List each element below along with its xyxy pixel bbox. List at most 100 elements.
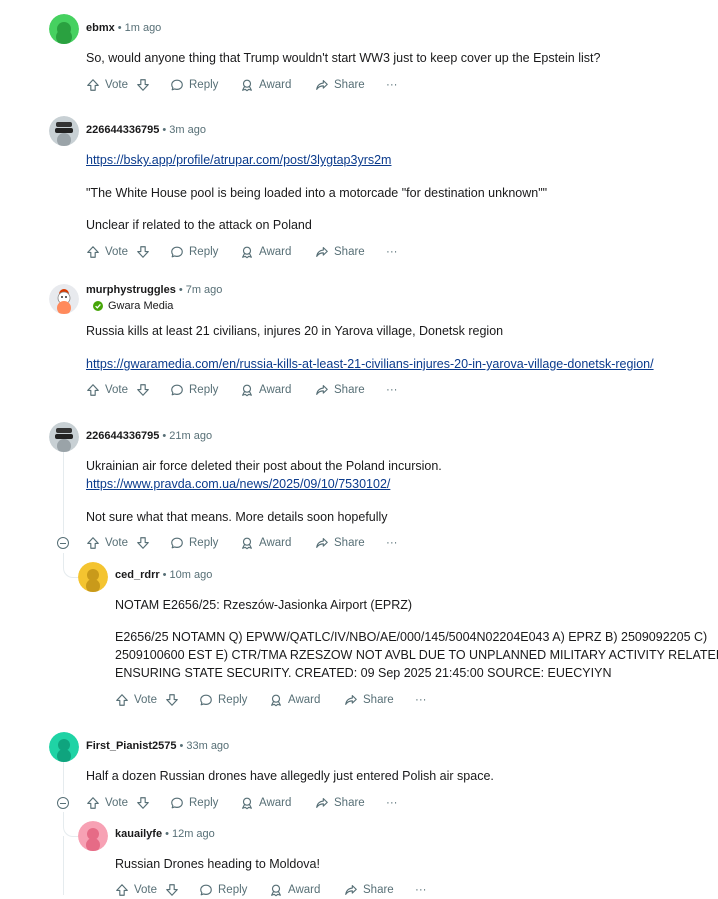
username[interactable]: First_Pianist2575 (86, 740, 177, 752)
comment-actions: Vote Reply Award Share ··· (86, 76, 406, 94)
comment-body: Unclear if related to the attack on Pola… (86, 218, 312, 232)
timestamp[interactable]: 7m ago (186, 284, 223, 296)
downvote-icon (137, 537, 149, 549)
downvote-icon (166, 694, 178, 706)
award-button[interactable]: Award (240, 243, 291, 261)
comment-body: Ukrainian air force deleted their post a… (86, 459, 442, 473)
more-options-button[interactable]: ··· (415, 691, 427, 709)
award-button[interactable]: Award (240, 76, 291, 94)
comment-actions: Vote Reply Award Share ··· (86, 243, 406, 261)
reply-button[interactable]: Reply (170, 794, 218, 812)
comment-actions: Vote Reply Award Share ··· (86, 794, 406, 812)
share-button[interactable]: Share (344, 881, 394, 899)
reply-label: Reply (189, 537, 219, 549)
award-label: Award (259, 537, 292, 549)
username[interactable]: 226644336795 (86, 430, 159, 442)
thread-line-226644336795 (63, 452, 64, 534)
upvote-button[interactable]: Vote (86, 76, 128, 94)
comment-link[interactable]: https://www.pravda.com.ua/news/2025/09/1… (86, 477, 390, 491)
upvote-button[interactable]: Vote (86, 794, 128, 812)
share-label: Share (363, 694, 394, 706)
share-icon (316, 798, 328, 808)
reply-icon (171, 79, 183, 91)
upvote-button[interactable]: Vote (115, 881, 157, 899)
upvote-button[interactable]: Vote (86, 381, 128, 399)
timestamp[interactable]: 33m ago (186, 740, 229, 752)
comment-link[interactable]: https://bsky.app/profile/atrupar.com/pos… (86, 153, 391, 167)
more-options-button[interactable]: ··· (386, 534, 398, 552)
collapse-thread-button[interactable] (57, 537, 69, 549)
downvote-button[interactable] (136, 794, 155, 812)
reply-button[interactable]: Reply (170, 76, 218, 94)
upvote-button[interactable]: Vote (86, 534, 128, 552)
timestamp[interactable]: 12m ago (172, 828, 215, 840)
downvote-icon (137, 246, 149, 258)
reply-icon (171, 797, 183, 809)
username[interactable]: ebmx (86, 22, 115, 34)
downvote-button[interactable] (136, 381, 155, 399)
share-button[interactable]: Share (315, 243, 365, 261)
downvote-button[interactable] (136, 243, 155, 261)
username[interactable]: murphystruggles (86, 284, 176, 296)
reply-label: Reply (218, 694, 248, 706)
username[interactable]: kauailyfe (115, 828, 162, 840)
award-label: Award (259, 246, 292, 258)
avatar[interactable] (49, 14, 79, 44)
comment-link[interactable]: https://gwaramedia.com/en/russia-kills-a… (86, 357, 654, 371)
comment-actions: Vote Reply Award Share ··· (86, 534, 406, 552)
avatar[interactable] (78, 562, 108, 592)
vote-label: Vote (105, 79, 129, 91)
more-options-button[interactable]: ··· (386, 381, 398, 399)
award-icon (242, 384, 252, 397)
reply-button[interactable]: Reply (170, 381, 218, 399)
reply-button[interactable]: Reply (170, 243, 218, 261)
award-button[interactable]: Award (269, 881, 320, 899)
share-button[interactable]: Share (315, 381, 365, 399)
reply-label: Reply (189, 246, 219, 258)
upvote-button[interactable]: Vote (115, 691, 157, 709)
username[interactable]: 226644336795 (86, 124, 159, 136)
reply-button[interactable]: Reply (199, 881, 247, 899)
comment-body: ENSURING STATE SECURITY. CREATED: 09 Sep… (115, 666, 612, 680)
award-button[interactable]: Award (240, 794, 291, 812)
timestamp[interactable]: 10m ago (170, 569, 213, 581)
avatar[interactable] (78, 821, 108, 851)
comment-body: Russia kills at least 21 civilians, inju… (86, 324, 504, 338)
downvote-button[interactable] (136, 76, 155, 94)
more-options-button[interactable]: ··· (386, 794, 398, 812)
award-button[interactable]: Award (240, 381, 291, 399)
share-button[interactable]: Share (344, 691, 394, 709)
award-button[interactable]: Award (269, 691, 320, 709)
downvote-button[interactable] (136, 534, 155, 552)
share-icon (345, 695, 357, 705)
award-label: Award (259, 797, 292, 809)
award-button[interactable]: Award (240, 534, 291, 552)
share-button[interactable]: Share (315, 76, 365, 94)
timestamp[interactable]: 1m ago (125, 22, 162, 34)
timestamp[interactable]: 21m ago (169, 430, 212, 442)
comment-actions: Vote Reply Award Share ··· (115, 691, 435, 709)
timestamp[interactable]: 3m ago (169, 124, 206, 136)
downvote-icon (137, 384, 149, 396)
reply-button[interactable]: Reply (170, 534, 218, 552)
downvote-button[interactable] (165, 881, 184, 899)
reply-button[interactable]: Reply (199, 691, 247, 709)
avatar[interactable] (49, 732, 79, 762)
reply-icon (171, 384, 183, 396)
avatar[interactable] (49, 116, 79, 146)
comment-meta: kauailyfe • 12m ago (115, 828, 215, 840)
collapse-thread-button[interactable] (57, 797, 69, 809)
downvote-button[interactable] (165, 691, 184, 709)
username[interactable]: ced_rdrr (115, 569, 160, 581)
share-button[interactable]: Share (315, 534, 365, 552)
upvote-button[interactable]: Vote (86, 243, 128, 261)
more-options-button[interactable]: ··· (386, 76, 398, 94)
share-icon (316, 538, 328, 548)
vote-label: Vote (134, 884, 158, 896)
share-button[interactable]: Share (315, 794, 365, 812)
avatar[interactable] (49, 284, 79, 314)
award-label: Award (288, 884, 321, 896)
more-options-button[interactable]: ··· (386, 243, 398, 261)
more-options-button[interactable]: ··· (415, 881, 427, 899)
avatar[interactable] (49, 422, 79, 452)
